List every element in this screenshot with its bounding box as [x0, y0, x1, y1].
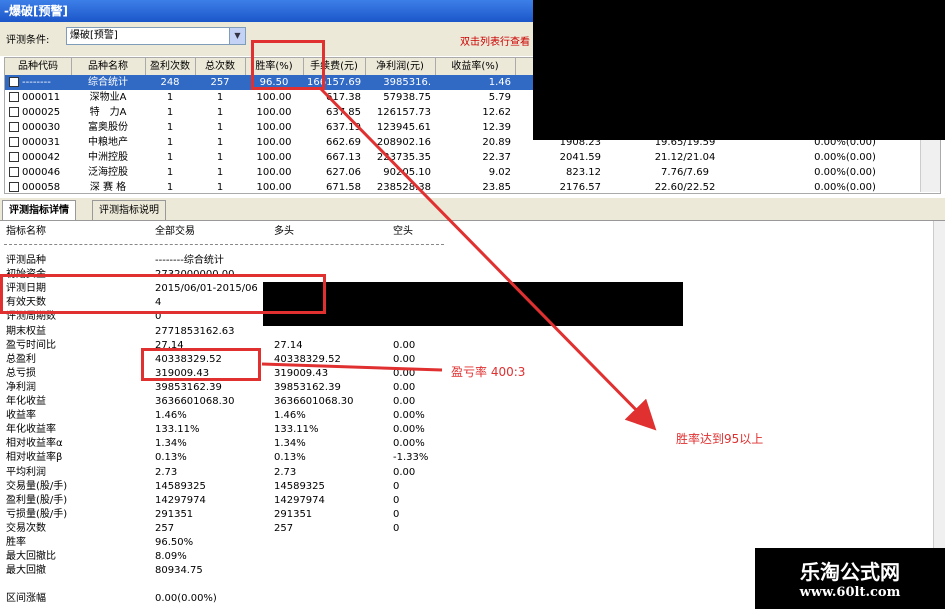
brand-url: www.60lt.com: [799, 585, 901, 600]
brand-watermark: 乐淘公式网 www.60lt.com: [755, 548, 945, 609]
app-window: -爆破[预警] 评测条件: 爆破[预警] ▼ 双击列表行查看 品种代码 品种名称盈…: [0, 0, 945, 609]
annotation-arrows: [261, 86, 657, 431]
annotation-profit-ratio: 盈亏率 400:3: [451, 365, 526, 379]
brand-name: 乐淘公式网: [800, 560, 900, 584]
arrow-line: [261, 362, 443, 372]
annotation-winrate: 胜率达到95以上: [676, 432, 764, 446]
